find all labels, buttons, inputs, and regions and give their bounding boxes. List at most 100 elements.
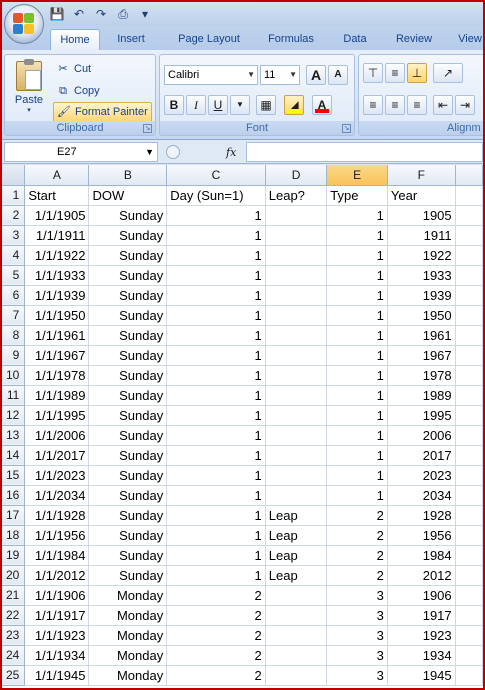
cell[interactable]: Sunday bbox=[88, 565, 168, 586]
cell[interactable]: 1984 bbox=[387, 545, 456, 566]
cell[interactable]: 1939 bbox=[387, 285, 456, 306]
shrink-font-button[interactable]: A bbox=[328, 65, 348, 85]
cell[interactable]: 3 bbox=[326, 625, 388, 646]
cell[interactable]: 1 bbox=[166, 305, 266, 326]
undo-icon[interactable]: ↶ bbox=[70, 6, 88, 22]
cell[interactable]: Year bbox=[387, 185, 456, 206]
align-bottom-button[interactable]: ⊥ bbox=[407, 63, 427, 83]
cell[interactable]: 1/1/1922 bbox=[24, 245, 90, 266]
cell[interactable]: 1989 bbox=[387, 385, 456, 406]
save-icon[interactable]: 💾 bbox=[48, 6, 66, 22]
cell[interactable]: 2 bbox=[326, 565, 388, 586]
align-middle-button[interactable]: ≡ bbox=[385, 63, 405, 83]
cell[interactable] bbox=[455, 665, 483, 686]
cell[interactable]: 1 bbox=[166, 225, 266, 246]
cell[interactable] bbox=[455, 565, 483, 586]
cell[interactable]: Sunday bbox=[88, 385, 168, 406]
cell[interactable] bbox=[455, 405, 483, 426]
row-header[interactable]: 23 bbox=[2, 625, 26, 646]
cell[interactable]: 1 bbox=[166, 505, 266, 526]
cell[interactable]: 1 bbox=[166, 465, 266, 486]
cell[interactable]: 1 bbox=[166, 565, 266, 586]
cell[interactable]: 3 bbox=[326, 665, 388, 686]
decrease-indent-button[interactable]: ⇤ bbox=[433, 95, 453, 115]
cell[interactable]: 1/1/2017 bbox=[24, 445, 90, 466]
cell[interactable]: 1 bbox=[326, 325, 388, 346]
row-header[interactable]: 6 bbox=[2, 285, 26, 306]
cell[interactable] bbox=[265, 245, 328, 266]
column-header[interactable]: E bbox=[326, 165, 388, 186]
cell[interactable]: 1/1/1956 bbox=[24, 525, 90, 546]
cell[interactable]: 2 bbox=[166, 665, 266, 686]
cell[interactable]: 1 bbox=[326, 485, 388, 506]
row-header[interactable]: 7 bbox=[2, 305, 26, 326]
cell[interactable]: 1/1/2023 bbox=[24, 465, 90, 486]
row-header[interactable]: 25 bbox=[2, 665, 26, 686]
cell[interactable] bbox=[265, 585, 328, 606]
cell[interactable]: 1/1/1984 bbox=[24, 545, 90, 566]
cell[interactable] bbox=[455, 225, 483, 246]
cell[interactable]: 1/1/2012 bbox=[24, 565, 90, 586]
cell[interactable]: 1 bbox=[166, 445, 266, 466]
cell[interactable]: Sunday bbox=[88, 505, 168, 526]
cell[interactable]: 2012 bbox=[387, 565, 456, 586]
cell[interactable]: 1 bbox=[326, 445, 388, 466]
cell[interactable]: Sunday bbox=[88, 545, 168, 566]
font-size-combo[interactable]: 11 ▼ bbox=[260, 65, 300, 85]
cell[interactable]: 1911 bbox=[387, 225, 456, 246]
tab-formulas[interactable]: Formulas bbox=[258, 29, 324, 50]
align-center-button[interactable]: ≡ bbox=[385, 95, 405, 115]
cell[interactable] bbox=[455, 505, 483, 526]
cell[interactable]: Sunday bbox=[88, 225, 168, 246]
cell[interactable]: 1/1/1933 bbox=[24, 265, 90, 286]
align-top-button[interactable]: ⊤ bbox=[363, 63, 383, 83]
cell[interactable]: 1/1/1978 bbox=[24, 365, 90, 386]
cell[interactable] bbox=[455, 605, 483, 626]
cell[interactable] bbox=[455, 525, 483, 546]
cell[interactable]: Sunday bbox=[88, 445, 168, 466]
cell[interactable] bbox=[455, 645, 483, 666]
cell[interactable]: Day (Sun=1) bbox=[166, 185, 266, 206]
column-header[interactable]: A bbox=[24, 165, 90, 186]
cell[interactable]: 2006 bbox=[387, 425, 456, 446]
cell[interactable] bbox=[455, 285, 483, 306]
column-header[interactable]: B bbox=[88, 165, 168, 186]
cell[interactable]: 1933 bbox=[387, 265, 456, 286]
cell[interactable]: Sunday bbox=[88, 305, 168, 326]
row-header[interactable]: 12 bbox=[2, 405, 26, 426]
cell[interactable]: 1967 bbox=[387, 345, 456, 366]
cell[interactable] bbox=[455, 425, 483, 446]
align-left-button[interactable]: ≡ bbox=[363, 95, 383, 115]
cell[interactable]: 1/1/1945 bbox=[24, 665, 90, 686]
column-header[interactable] bbox=[455, 165, 483, 186]
borders-button[interactable]: ▦ bbox=[256, 95, 276, 115]
row-header[interactable]: 22 bbox=[2, 605, 26, 626]
cell[interactable]: Leap bbox=[265, 505, 328, 526]
cell[interactable]: 1 bbox=[166, 385, 266, 406]
bold-button[interactable]: B bbox=[164, 95, 184, 115]
column-header[interactable]: D bbox=[265, 165, 328, 186]
cell[interactable]: 1 bbox=[166, 345, 266, 366]
cell[interactable]: Leap bbox=[265, 525, 328, 546]
cell[interactable]: 1 bbox=[166, 485, 266, 506]
tab-insert[interactable]: Insert bbox=[106, 29, 156, 50]
row-header[interactable]: 18 bbox=[2, 525, 26, 546]
row-header[interactable]: 5 bbox=[2, 265, 26, 286]
cell[interactable]: 1 bbox=[166, 285, 266, 306]
cell[interactable] bbox=[265, 665, 328, 686]
cell[interactable] bbox=[455, 205, 483, 226]
row-header[interactable]: 3 bbox=[2, 225, 26, 246]
row-header[interactable]: 24 bbox=[2, 645, 26, 666]
cell[interactable]: 2023 bbox=[387, 465, 456, 486]
cell[interactable]: 1 bbox=[166, 405, 266, 426]
row-header[interactable]: 4 bbox=[2, 245, 26, 266]
select-all-corner[interactable] bbox=[2, 165, 26, 186]
cell[interactable]: 1/1/1905 bbox=[24, 205, 90, 226]
cell[interactable] bbox=[265, 285, 328, 306]
cell[interactable] bbox=[265, 325, 328, 346]
cell[interactable]: 3 bbox=[326, 585, 388, 606]
name-box[interactable]: E27 ▼ bbox=[4, 142, 158, 162]
align-right-button[interactable]: ≡ bbox=[407, 95, 427, 115]
cell[interactable] bbox=[265, 205, 328, 226]
cell[interactable]: Leap bbox=[265, 545, 328, 566]
